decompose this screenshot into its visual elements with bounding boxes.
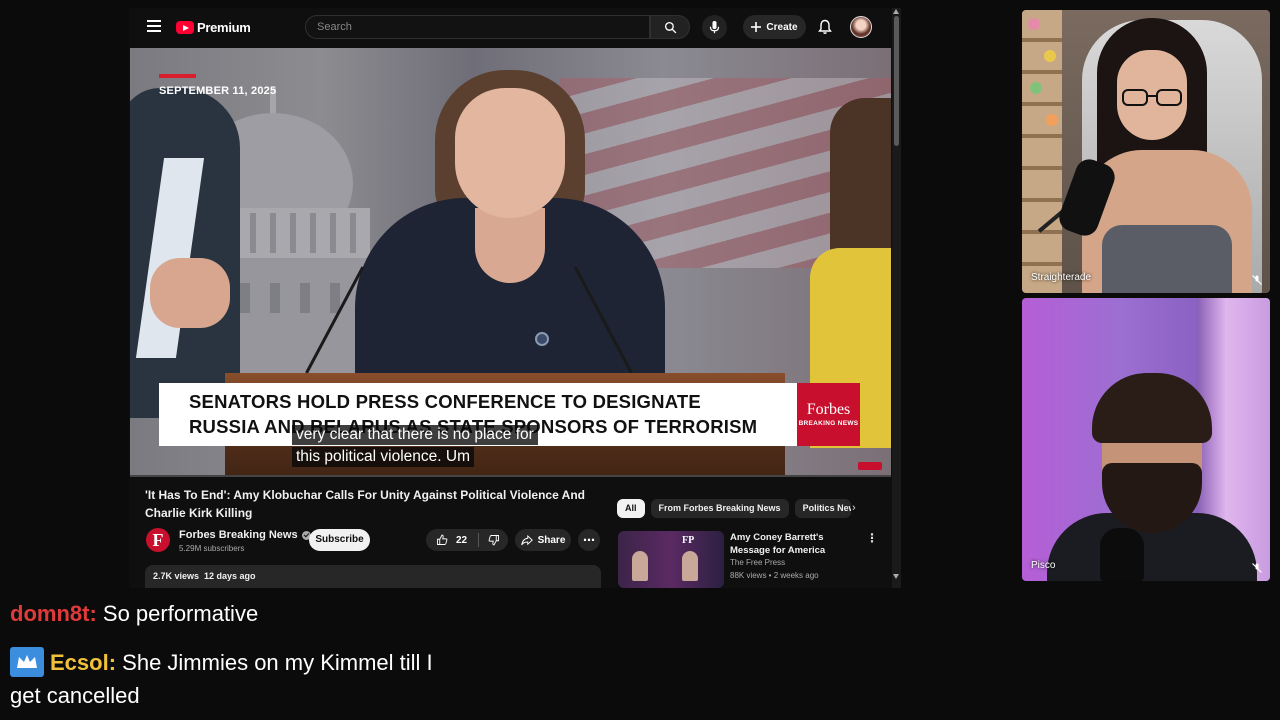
share-button[interactable]: Share — [515, 529, 571, 551]
date-accent-bar — [159, 74, 196, 78]
microphone — [1100, 528, 1144, 581]
plush-toy — [1046, 114, 1058, 126]
date-text: SEPTEMBER 11, 2025 — [159, 85, 277, 97]
chat-username: Ecsol: — [50, 649, 117, 675]
more-vertical-icon[interactable]: ⋮ — [866, 531, 878, 545]
microphone-icon — [709, 21, 720, 34]
forbes-logo: Forbes BREAKING NEWS — [797, 383, 860, 446]
recommendation-chips: All From Forbes Breaking News Politics N… — [617, 499, 851, 518]
man-hands — [150, 258, 230, 328]
plus-icon — [751, 22, 762, 32]
lower-third-line1: SENATORS HOLD PRESS CONFERENCE TO DESIGN… — [189, 391, 701, 412]
notifications-bell-icon[interactable] — [817, 19, 833, 35]
menu-icon[interactable] — [147, 20, 161, 32]
subscribe-button[interactable]: Subscribe — [309, 529, 370, 551]
plush-toy — [1030, 82, 1042, 94]
podium-seal — [535, 332, 549, 346]
voice-search-button[interactable] — [702, 15, 727, 40]
chat-username: domn8t: — [10, 601, 97, 626]
thumbnail-person-left — [632, 551, 648, 581]
video-player[interactable]: SEPTEMBER 11, 2025 SENATORS HOLD PRESS C… — [130, 48, 891, 476]
video-progress-bar[interactable] — [130, 475, 891, 477]
plush-toy — [1028, 18, 1040, 30]
glasses-icon — [1122, 89, 1182, 106]
recommendation-thumbnail[interactable]: FP — [618, 531, 724, 588]
recommendation-channel[interactable]: The Free Press — [730, 558, 785, 567]
create-label: Create — [766, 21, 798, 33]
muted-mic-icon — [1252, 275, 1262, 285]
scroll-down-arrow-icon[interactable] — [893, 574, 899, 579]
date-tag: SEPTEMBER 11, 2025 — [159, 74, 276, 97]
streamer-top — [1102, 225, 1232, 293]
like-count: 22 — [456, 534, 468, 546]
recommendation-title[interactable]: Amy Coney Barrett's Message for America — [730, 532, 860, 557]
like-button[interactable]: 22 — [426, 529, 478, 551]
search-icon — [664, 21, 676, 33]
chip-all[interactable]: All — [617, 499, 645, 518]
plush-shelf — [1022, 10, 1062, 293]
more-actions-button[interactable]: ⋯ — [578, 529, 600, 551]
speaker-face — [455, 88, 565, 218]
webcam-streamer-1: Straighterade — [1022, 10, 1270, 293]
corner-red-tag — [858, 462, 882, 470]
forbes-wordmark: Forbes — [806, 400, 851, 418]
share-icon — [520, 534, 533, 545]
share-label: Share — [537, 534, 566, 546]
speaker-neck — [475, 208, 545, 283]
chip-politics-news[interactable]: Politics News — [794, 499, 851, 518]
subscriber-count: 5.29M subscribers — [179, 544, 245, 553]
dislike-button[interactable] — [479, 529, 508, 551]
caption-line-1: very clear that there is no place for — [292, 425, 538, 445]
plush-toy — [1044, 50, 1056, 62]
thumbs-down-icon — [488, 535, 499, 546]
thumbnail-badge: FP — [682, 535, 695, 546]
youtube-logo[interactable]: Premium — [176, 20, 251, 35]
logo-text: Premium — [197, 20, 251, 35]
chip-from-channel[interactable]: From Forbes Breaking News — [650, 499, 789, 518]
chat-text: She Jimmies on my Kimmel till I — [122, 649, 433, 675]
streamer-hair — [1092, 373, 1212, 443]
account-avatar[interactable] — [850, 16, 872, 38]
chat-message: Ecsol: She Jimmies on my Kimmel till I — [10, 647, 433, 679]
chat-text: So performative — [102, 601, 259, 626]
youtube-window: Premium Search Create SEPTEMBER 11, 2025… — [129, 8, 901, 588]
youtube-play-icon — [176, 21, 194, 34]
search-input[interactable]: Search — [305, 15, 650, 39]
search-button[interactable] — [650, 15, 690, 39]
caption-line-2: this political violence. Um — [292, 447, 475, 467]
chevron-right-icon[interactable]: › — [852, 502, 856, 514]
scrollbar-thumb[interactable] — [894, 16, 899, 146]
crown-icon — [10, 647, 44, 677]
chat-overlay: domn8t: So performative Ecsol: She Jimmi… — [0, 588, 1280, 720]
scroll-up-arrow-icon[interactable] — [893, 9, 899, 14]
page-scrollbar[interactable] — [892, 8, 901, 588]
like-dislike-group: 22 — [426, 529, 508, 551]
youtube-topbar: Premium Search Create — [129, 8, 901, 48]
description-box[interactable]: 2.7K views 12 days ago — [145, 565, 601, 588]
chat-message: domn8t: So performative — [10, 601, 258, 627]
chat-text-continued: get cancelled — [10, 683, 140, 708]
create-button[interactable]: Create — [743, 15, 806, 39]
webcam-streamer-2: Pisco — [1022, 298, 1270, 581]
recommendation-meta: 88K views • 2 weeks ago — [730, 571, 819, 580]
video-title: 'It Has To End': Amy Klobuchar Calls For… — [145, 488, 585, 520]
webcam-label: Pisco — [1031, 560, 1056, 571]
thumbnail-person-right — [682, 551, 698, 581]
thumbs-up-icon — [437, 534, 448, 545]
webcam-label: Straighterade — [1031, 272, 1092, 283]
more-horizontal-icon: ⋯ — [583, 533, 595, 547]
muted-mic-icon — [1252, 563, 1262, 573]
forbes-breaking-news: BREAKING NEWS — [798, 419, 859, 427]
channel-name[interactable]: Forbes Breaking News — [179, 529, 311, 541]
channel-avatar[interactable]: F — [146, 528, 170, 552]
channel-name-text: Forbes Breaking News — [179, 529, 298, 541]
view-count-and-date: 2.7K views 12 days ago — [153, 571, 256, 581]
